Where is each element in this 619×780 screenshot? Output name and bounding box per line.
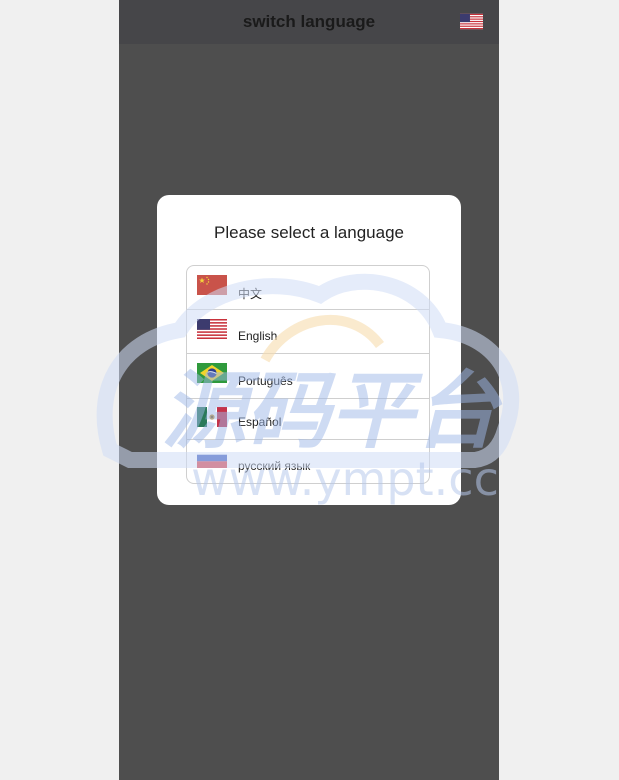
language-label: Português [238, 374, 293, 388]
language-label: English [238, 329, 278, 343]
cn-flag-icon [197, 275, 227, 295]
language-label: Español [238, 415, 282, 429]
language-item-portuguese[interactable]: Português [187, 354, 429, 399]
language-item-chinese[interactable]: 中文 [187, 266, 429, 310]
language-label: 中文 [238, 287, 263, 301]
language-item-english[interactable]: English [187, 310, 429, 354]
page-title: switch language [242, 12, 376, 31]
ru-flag-icon [197, 448, 227, 468]
language-label: русский язык [238, 459, 311, 473]
app-screen: switch language Please select a language [119, 0, 499, 780]
language-list: 中文 English Português Español русский язы… [186, 265, 430, 484]
language-dialog: Please select a language 中文 English Port… [157, 195, 461, 505]
br-flag-icon [197, 363, 227, 383]
us-flag-icon [197, 319, 227, 339]
language-item-spanish[interactable]: Español [187, 399, 429, 440]
us-flag-icon[interactable] [460, 13, 483, 30]
language-item-russian[interactable]: русский язык [187, 440, 429, 483]
mx-flag-icon [197, 407, 227, 427]
dialog-title: Please select a language [214, 223, 404, 242]
header-bar: switch language [119, 0, 499, 44]
